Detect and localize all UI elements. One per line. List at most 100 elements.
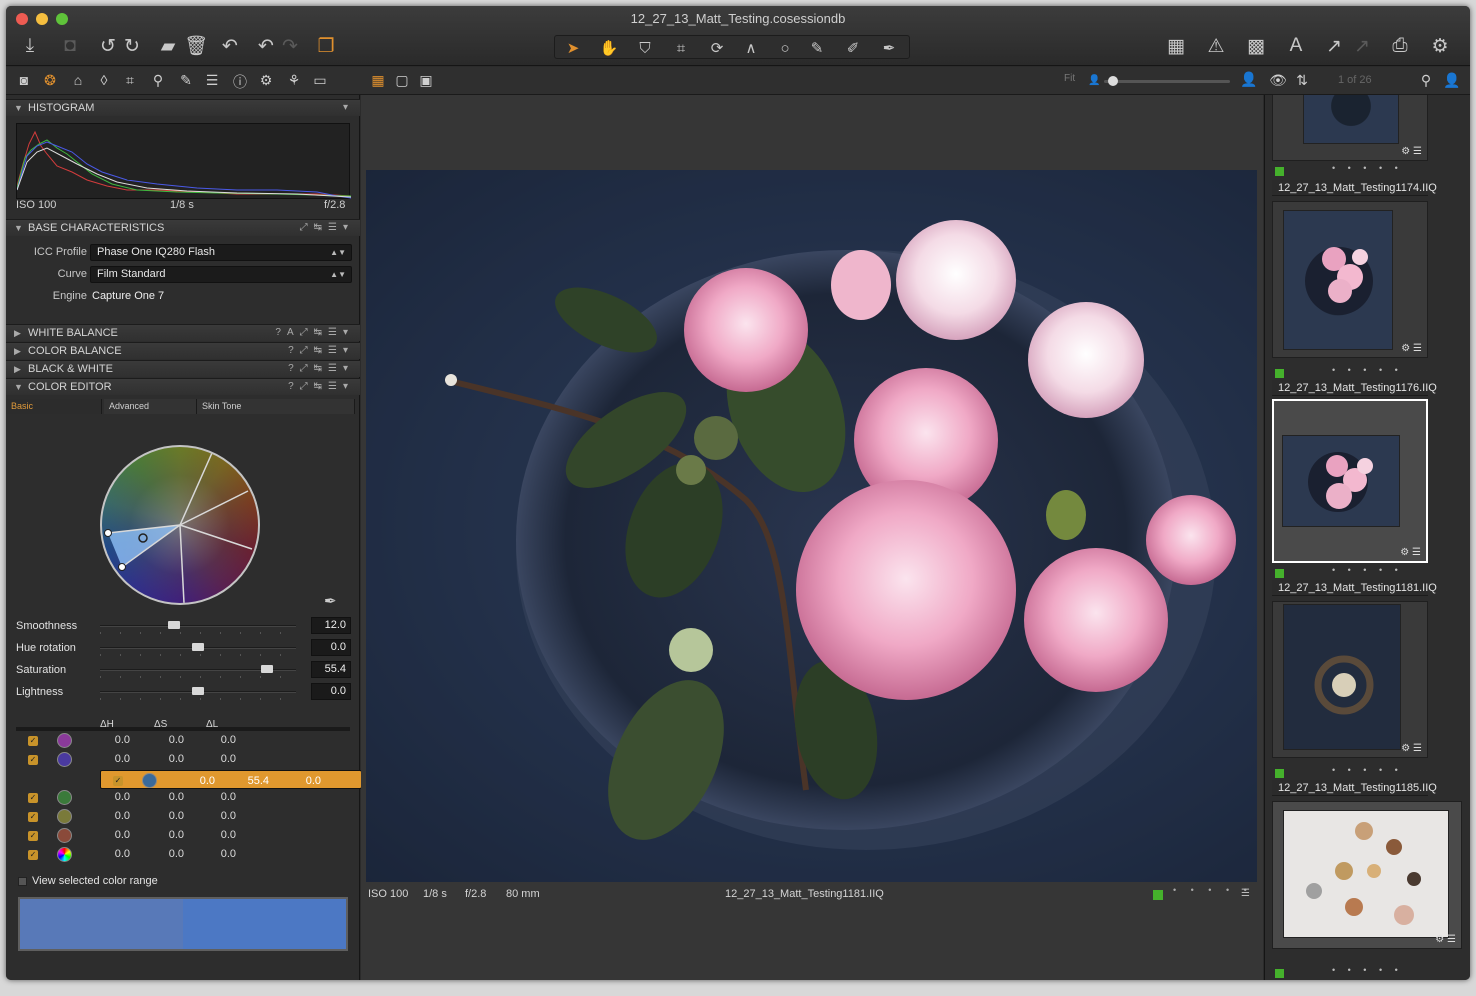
lightness-slider[interactable]: Lightness 0.0 bbox=[6, 683, 360, 703]
zoom-slider[interactable] bbox=[1104, 76, 1230, 86]
row-checkbox[interactable]: ✓ bbox=[28, 755, 38, 765]
row-checkbox[interactable]: ✓ bbox=[28, 831, 38, 841]
delta-s-value[interactable]: 0.0 bbox=[144, 734, 184, 746]
warning-icon[interactable]: ⚠ bbox=[1204, 34, 1228, 58]
row-checkbox[interactable]: ✓ bbox=[28, 793, 38, 803]
select-icon[interactable]: ➤ bbox=[557, 37, 589, 59]
panel-tools-icon[interactable]: ?⤢↹☰▾ bbox=[288, 361, 354, 377]
rating-dots[interactable]: • • • • • bbox=[1332, 965, 1403, 975]
thumb-tools-icon[interactable]: ⚙ ☰ bbox=[1401, 743, 1422, 754]
delta-l-value[interactable]: 0.0 bbox=[196, 829, 236, 841]
settings-icon[interactable]: ⚙ bbox=[1428, 34, 1452, 58]
color-tag-green[interactable] bbox=[1153, 890, 1163, 900]
lightness-value[interactable]: 0.0 bbox=[311, 683, 351, 700]
color-range-row[interactable]: ✓ 0.0 0.0 0.0 bbox=[16, 750, 350, 769]
lens-tab-icon[interactable]: ◊ bbox=[94, 72, 114, 90]
chevron-down-icon[interactable]: ▾ bbox=[343, 100, 354, 116]
panel-tools-icon[interactable]: ⤢↹☰▾ bbox=[300, 220, 354, 236]
color-range-row[interactable]: ✓ 0.0 0.0 0.0 bbox=[16, 788, 350, 807]
folder-tab-icon[interactable]: ▭ bbox=[310, 72, 330, 90]
white-balance-header[interactable]: ▶ WHITE BALANCE ?A⤢↹☰▾ bbox=[6, 324, 360, 341]
loupe-icon[interactable]: ⛉ bbox=[629, 37, 661, 59]
eyedropper-icon[interactable]: ✒ bbox=[324, 592, 337, 610]
picker-icon[interactable]: ✒ bbox=[873, 37, 905, 59]
rotate-icon[interactable]: ⟳ bbox=[701, 37, 733, 59]
brush-icon[interactable]: ✎ bbox=[801, 37, 833, 59]
row-checkbox[interactable]: ✓ bbox=[28, 850, 38, 860]
eraser-icon[interactable]: ✐ bbox=[837, 37, 869, 59]
pan-icon[interactable]: ✋ bbox=[593, 37, 625, 59]
output-tab-icon[interactable]: ⚙ bbox=[256, 72, 276, 90]
trash-icon[interactable]: 🗑 bbox=[184, 34, 208, 58]
delta-h-value[interactable]: 0.0 bbox=[90, 791, 130, 803]
row-checkbox[interactable]: ✓ bbox=[113, 776, 123, 786]
batch-tab-icon[interactable]: ⚘ bbox=[284, 72, 304, 90]
color-range-row[interactable]: ✓ 0.0 0.0 0.0 bbox=[16, 826, 350, 845]
delta-s-value[interactable]: 55.4 bbox=[229, 774, 269, 789]
thumbnail-1181[interactable]: ⚙ ☰ bbox=[1272, 399, 1428, 563]
thumb-tools-icon[interactable]: ⚙ ☰ bbox=[1401, 343, 1422, 354]
hue-rotation-value[interactable]: 0.0 bbox=[311, 639, 351, 656]
delta-h-value[interactable]: 0.0 bbox=[90, 734, 130, 746]
delta-l-value[interactable]: 0.0 bbox=[196, 753, 236, 765]
single-view-icon[interactable]: ▢ bbox=[392, 72, 412, 90]
saturation-knob[interactable] bbox=[260, 665, 273, 673]
rating-dots[interactable]: • • • • • bbox=[1332, 163, 1403, 173]
color-range-dot[interactable] bbox=[57, 733, 72, 748]
crop-icon[interactable]: ⌗ bbox=[665, 37, 697, 59]
delta-s-value[interactable]: 0.0 bbox=[144, 848, 184, 860]
metadata-tab-icon[interactable]: ⓘ bbox=[230, 72, 250, 90]
color-tag-green[interactable] bbox=[1275, 569, 1284, 578]
curve-select[interactable]: Film Standard ▲▼ bbox=[90, 266, 352, 283]
color-range-dot[interactable] bbox=[57, 752, 72, 767]
text-icon[interactable]: A bbox=[1284, 34, 1308, 58]
thumbnail-1176[interactable]: ⚙ ☰ bbox=[1272, 201, 1428, 358]
view-range-checkbox[interactable] bbox=[18, 877, 27, 886]
undo-icon[interactable]: ↶ bbox=[218, 34, 242, 58]
rating-dots[interactable]: • • • • • bbox=[1332, 565, 1403, 575]
multi-view-icon[interactable]: ▣ bbox=[416, 72, 436, 90]
delta-s-value[interactable]: 0.0 bbox=[144, 829, 184, 841]
grid-view-icon[interactable]: ▦ bbox=[368, 72, 388, 90]
color-tag-green[interactable] bbox=[1275, 369, 1284, 378]
thumbnail-1174[interactable]: ⚙ ☰ bbox=[1272, 95, 1428, 161]
rating-dots[interactable]: • • • • • bbox=[1332, 365, 1403, 375]
color-tab-icon[interactable]: ❂ bbox=[40, 72, 60, 90]
saturation-value[interactable]: 55.4 bbox=[311, 661, 351, 678]
color-tag-green[interactable] bbox=[1275, 769, 1284, 778]
color-range-row[interactable]: ✓ 0.0 0.0 0.0 bbox=[16, 845, 350, 864]
zoom-slider-knob[interactable] bbox=[1108, 76, 1118, 86]
thumb-tools-icon[interactable]: ⚙ ☰ bbox=[1400, 547, 1421, 558]
thumb-tools-icon[interactable]: ⚙ ☰ bbox=[1401, 146, 1422, 157]
grid-icon[interactable]: ▦ bbox=[1164, 34, 1188, 58]
color-wheel[interactable] bbox=[100, 445, 260, 605]
arrow-icon[interactable]: ↗ bbox=[1322, 34, 1346, 58]
smoothness-knob[interactable] bbox=[168, 621, 181, 629]
row-checkbox[interactable]: ✓ bbox=[28, 736, 38, 746]
thumbnail-next[interactable]: ⚙ ☰ bbox=[1272, 801, 1462, 949]
delta-l-value[interactable]: 0.0 bbox=[281, 774, 321, 789]
rating-dots[interactable]: • • • • • bbox=[1332, 765, 1403, 775]
import-icon[interactable]: ⤓ bbox=[18, 34, 42, 58]
color-range-dot[interactable] bbox=[57, 790, 72, 805]
color-range-dot[interactable] bbox=[57, 809, 72, 824]
user-icon[interactable]: 👤 bbox=[1442, 72, 1462, 90]
color-balance-header[interactable]: ▶ COLOR BALANCE ?⤢↹☰▾ bbox=[6, 342, 360, 359]
redo-icon[interactable]: ↷ bbox=[278, 34, 302, 58]
sort-icon[interactable]: ⇅ bbox=[1292, 72, 1312, 90]
print-icon[interactable]: ⎙ bbox=[1388, 34, 1412, 58]
hue-rotation-slider[interactable]: Hue rotation 0.0 bbox=[6, 639, 360, 659]
camera-icon[interactable]: ◘ bbox=[58, 34, 82, 58]
color-range-row[interactable]: ✓ 0.0 0.0 0.0 bbox=[16, 807, 350, 826]
delta-h-value[interactable]: 0.0 bbox=[90, 848, 130, 860]
overlay-icon[interactable]: ▩ bbox=[1244, 34, 1268, 58]
delta-l-value[interactable]: 0.0 bbox=[196, 848, 236, 860]
lightness-knob[interactable] bbox=[192, 687, 204, 695]
undo-small-icon[interactable]: ↶ bbox=[254, 34, 278, 58]
panel-tools-icon[interactable]: ?A⤢↹☰▾ bbox=[275, 325, 354, 341]
composition-tab-icon[interactable]: ⌗ bbox=[120, 72, 140, 90]
local-adjust-tab-icon[interactable]: ✎ bbox=[176, 72, 196, 90]
saturation-slider[interactable]: Saturation 55.4 bbox=[6, 661, 360, 681]
hue-rotation-knob[interactable] bbox=[192, 643, 204, 651]
rotate-left-icon[interactable]: ↺ bbox=[96, 34, 120, 58]
